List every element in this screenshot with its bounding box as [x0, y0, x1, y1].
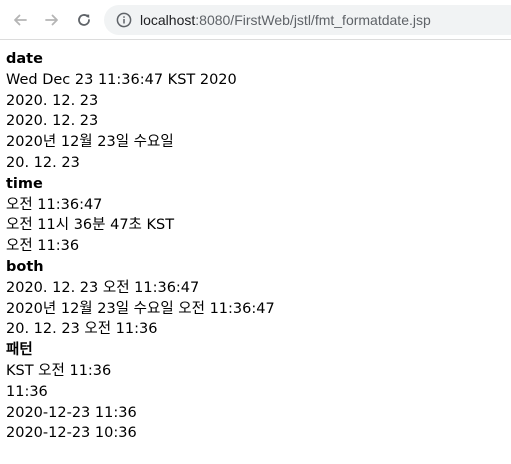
reload-icon	[78, 14, 90, 26]
output-line: KST 오전 11:36	[6, 362, 112, 379]
reload-button[interactable]	[72, 8, 96, 32]
url-path: :8080/FirstWeb/jstl/fmt_formatdate.jsp	[195, 12, 431, 28]
output-line: 11:36	[6, 383, 48, 400]
section-heading: both	[6, 258, 44, 275]
output-line: 오전 11:36	[6, 238, 80, 255]
output-line: 오전 11시 36분 47초 KST	[6, 217, 175, 234]
output-line: 2020. 12. 23	[6, 113, 99, 130]
output-line: 2020년 12월 23일 수요일 오전 11:36:47	[6, 300, 275, 317]
output-line: 2020년 12월 23일 수요일	[6, 134, 174, 151]
url-text[interactable]: localhost:8080/FirstWeb/jstl/fmt_formatd…	[140, 12, 431, 28]
output-line: 20. 12. 23	[6, 154, 80, 171]
section-heading: date	[6, 51, 43, 67]
section-date: date Wed Dec 23 11:36:47 KST 2020 2020. …	[6, 49, 511, 174]
output-line: 2020. 12. 23 오전 11:36:47	[6, 279, 200, 296]
output-line: Wed Dec 23 11:36:47 KST 2020	[6, 71, 237, 88]
section-heading: 패턴	[6, 342, 33, 359]
section-time: time 오전 11:36:47 오전 11시 36분 47초 KST 오전 1…	[6, 174, 511, 257]
section-pattern: 패턴 KST 오전 11:36 11:36 2020-12-23 11:36 2…	[6, 340, 511, 444]
section-heading: time	[6, 175, 43, 192]
page-content: date Wed Dec 23 11:36:47 KST 2020 2020. …	[0, 40, 511, 444]
forward-button[interactable]	[40, 8, 64, 32]
info-icon[interactable]	[116, 12, 132, 28]
section-both: both 2020. 12. 23 오전 11:36:47 2020년 12월 …	[6, 257, 511, 340]
arrow-right-icon	[45, 14, 58, 26]
address-bar[interactable]: localhost:8080/FirstWeb/jstl/fmt_formatd…	[104, 5, 511, 35]
output-line: 20. 12. 23 오전 11:36	[6, 321, 158, 338]
output-line: 2020-12-23 11:36	[6, 404, 137, 421]
back-button[interactable]	[8, 8, 32, 32]
output-line: 오전 11:36:47	[6, 196, 103, 213]
arrow-left-icon	[14, 14, 27, 26]
browser-toolbar: localhost:8080/FirstWeb/jstl/fmt_formatd…	[0, 0, 511, 40]
output-line: 2020. 12. 23	[6, 92, 99, 109]
url-host: localhost	[140, 12, 196, 28]
output-line: 2020-12-23 10:36	[6, 425, 137, 442]
